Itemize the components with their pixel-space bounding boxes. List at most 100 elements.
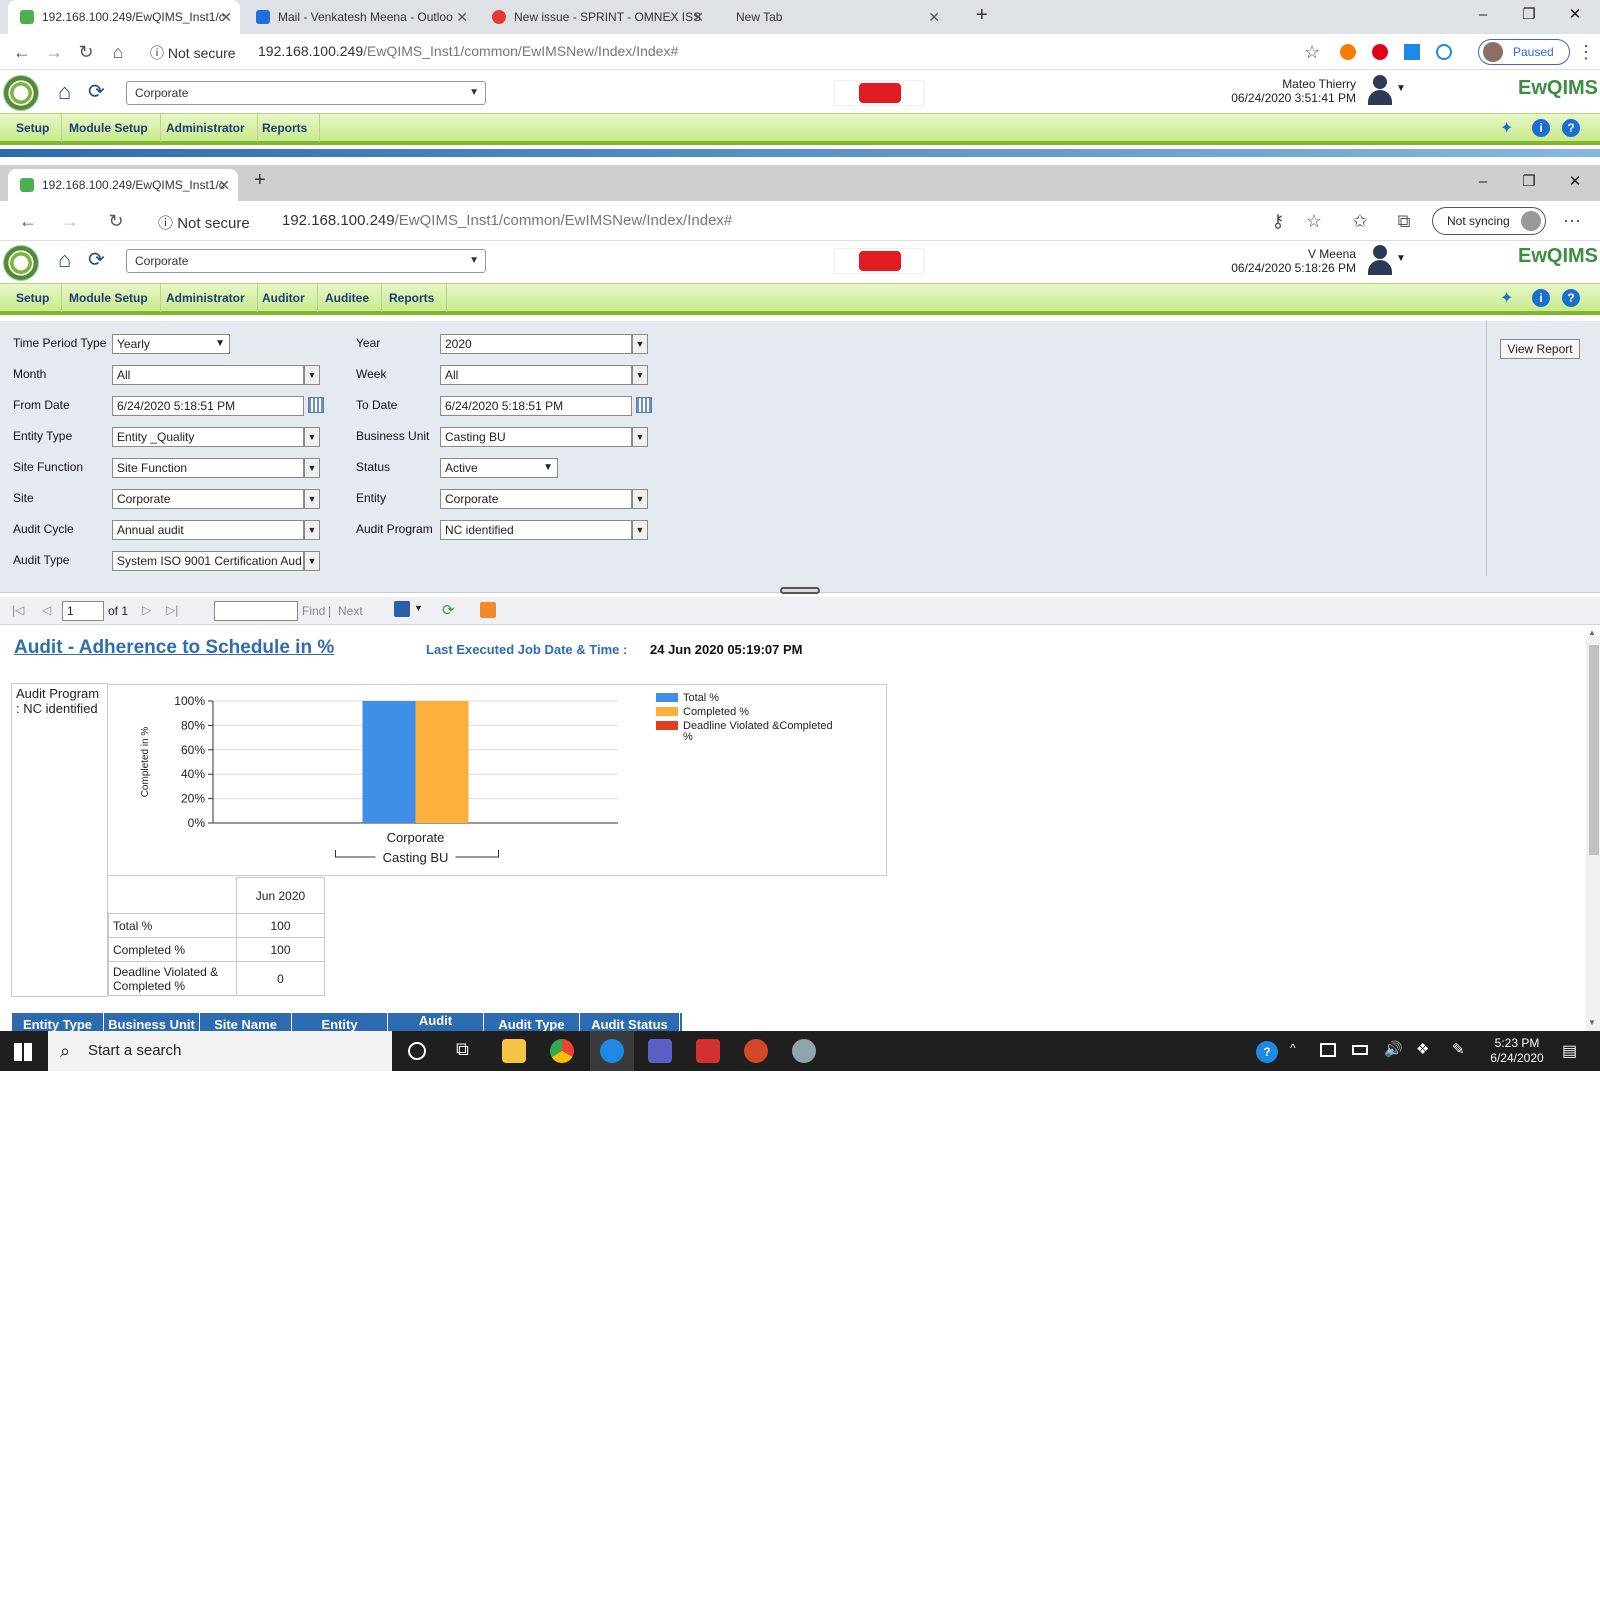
key-icon[interactable]: ⚷ (1266, 209, 1290, 233)
site-info[interactable]: ⓘ Not secure (158, 212, 250, 233)
calendar-icon[interactable] (636, 397, 652, 413)
close-icon[interactable]: ✕ (928, 0, 940, 34)
scroll-up-icon[interactable]: ▲ (1588, 628, 1596, 637)
grid-header-audit[interactable]: Audit (388, 1013, 484, 1031)
home-icon[interactable]: ⌂ (106, 40, 130, 64)
forward-icon[interactable]: → (58, 209, 82, 233)
help-icon[interactable]: ? (1562, 289, 1580, 307)
year-dropdown-icon[interactable]: ▼ (632, 334, 648, 354)
entity-type-dropdown-icon[interactable]: ▼ (304, 427, 320, 447)
info-icon[interactable]: i (1532, 119, 1550, 137)
favorite-star-icon[interactable]: ☆ (1302, 209, 1326, 233)
menu-administrator[interactable]: Administrator (154, 114, 258, 142)
url-field[interactable]: 192.168.100.249/EwQIMS_Inst1/common/EwIM… (282, 212, 732, 229)
grid-header-site-name[interactable]: Site Name (200, 1013, 292, 1031)
audit-cycle-field[interactable]: Annual audit (112, 520, 304, 540)
extension-icon[interactable] (1340, 44, 1356, 60)
next-link[interactable]: Next (338, 604, 363, 618)
menu-setup[interactable]: Setup (4, 114, 63, 142)
menu-reports[interactable]: Reports (250, 114, 321, 142)
from-date-field[interactable]: 6/24/2020 5:18:51 PM (112, 396, 304, 416)
close-icon[interactable]: ✕ (692, 0, 704, 34)
powerpoint-icon[interactable] (744, 1039, 768, 1063)
audit-cycle-dropdown-icon[interactable]: ▼ (304, 520, 320, 540)
site-select[interactable]: Corporate ▼ (126, 249, 486, 273)
grid-header-audit-status[interactable]: Audit Status (580, 1013, 680, 1031)
scroll-down-icon[interactable]: ▼ (1588, 1018, 1596, 1027)
chevron-up-icon[interactable]: ^ (1290, 1041, 1296, 1055)
menu-module-setup[interactable]: Module Setup (57, 114, 161, 142)
entity-type-field[interactable]: Entity _Quality (112, 427, 304, 447)
audit-program-dropdown-icon[interactable]: ▼ (632, 520, 648, 540)
entity-field[interactable]: Corporate (440, 489, 632, 509)
grid-header-entity-type[interactable]: Entity Type (12, 1013, 104, 1031)
chevron-down-icon[interactable]: ▼ (1396, 83, 1406, 94)
status-select[interactable]: Active ▼ (440, 458, 558, 478)
inner-tab-ewqims[interactable]: 192.168.100.249/EwQIMS_Inst1/c ✕ (8, 169, 238, 201)
find-input[interactable] (214, 601, 298, 621)
business-unit-dropdown-icon[interactable]: ▼ (632, 427, 648, 447)
home-icon[interactable]: ⌂ (58, 79, 71, 105)
info-icon[interactable]: i (1532, 289, 1550, 307)
bookmark-star-icon[interactable]: ☆ (1300, 40, 1324, 64)
cortana-icon[interactable] (408, 1042, 426, 1060)
week-dropdown-icon[interactable]: ▼ (632, 365, 648, 385)
site-field[interactable]: Corporate (112, 489, 304, 509)
restore-icon[interactable]: ❐ (1506, 167, 1552, 197)
close-window-icon[interactable]: ✕ (1552, 0, 1598, 30)
sync-button[interactable]: Not syncing (1432, 207, 1546, 235)
menu-administrator[interactable]: Administrator (154, 284, 258, 312)
refresh-icon[interactable]: ⟳ (442, 601, 455, 619)
reload-icon[interactable]: ↻ (104, 209, 128, 233)
teams-icon[interactable] (648, 1039, 672, 1063)
close-icon[interactable]: ✕ (220, 0, 232, 34)
find-link[interactable]: Find (302, 604, 325, 618)
splitter-handle[interactable] (780, 587, 820, 594)
grid-header-entity[interactable]: Entity (292, 1013, 388, 1031)
collections-icon[interactable]: ⧉ (1392, 209, 1416, 233)
chrome-icon[interactable] (550, 1039, 574, 1063)
entity-dropdown-icon[interactable]: ▼ (632, 489, 648, 509)
user-avatar-icon[interactable] (1366, 245, 1394, 277)
menu-icon[interactable]: ⋮ (1574, 40, 1598, 64)
task-view-icon[interactable]: ⧉ (456, 1039, 469, 1060)
restore-icon[interactable]: ❐ (1506, 0, 1552, 30)
next-page-icon[interactable]: ▷ (142, 603, 151, 617)
print-layout-icon[interactable] (480, 602, 496, 618)
business-unit-field[interactable]: Casting BU (440, 427, 632, 447)
file-explorer-icon[interactable] (502, 1039, 526, 1063)
battery-icon[interactable] (1352, 1045, 1368, 1055)
first-page-icon[interactable]: |◁ (12, 603, 24, 617)
calendar-icon[interactable] (308, 397, 324, 413)
more-icon[interactable]: ⋯ (1560, 209, 1584, 233)
outer-tab-newtab[interactable]: New Tab ✕ (716, 0, 948, 34)
export-icon[interactable] (394, 601, 410, 617)
favorites-icon[interactable]: ✩ (1348, 209, 1372, 233)
time-period-type-select[interactable]: Yearly ▼ (112, 334, 230, 354)
url-field[interactable]: 192.168.100.249/EwQIMS_Inst1/common/EwIM… (258, 43, 678, 59)
audit-type-field[interactable]: System ISO 9001 Certification Aud (112, 551, 304, 571)
menu-setup[interactable]: Setup (4, 284, 63, 312)
month-field[interactable]: All (112, 365, 304, 385)
network-icon[interactable] (1320, 1043, 1336, 1057)
security-app-icon[interactable] (696, 1039, 720, 1063)
windows-extension-icon[interactable] (1404, 44, 1420, 60)
paint-icon[interactable] (792, 1039, 816, 1063)
notifications-icon[interactable]: ▤ (1562, 1041, 1577, 1061)
menu-auditor[interactable]: Auditor (250, 284, 318, 312)
menu-auditee[interactable]: Auditee (313, 284, 383, 312)
menu-module-setup[interactable]: Module Setup (57, 284, 161, 312)
user-avatar-icon[interactable] (1366, 75, 1394, 107)
taskbar-search[interactable]: ⌕ Start a search (48, 1031, 392, 1071)
outer-tab-issue[interactable]: New issue - SPRINT - OMNEX ISS ✕ (480, 0, 712, 34)
site-function-field[interactable]: Site Function (112, 458, 304, 478)
refresh-icon[interactable]: ⟳ (88, 247, 105, 272)
grid-header-audit-type[interactable]: Audit Type (484, 1013, 580, 1031)
month-dropdown-icon[interactable]: ▼ (304, 365, 320, 385)
edge-icon[interactable] (600, 1039, 624, 1063)
site-dropdown-icon[interactable]: ▼ (304, 489, 320, 509)
minimize-icon[interactable]: – (1460, 0, 1506, 30)
site-function-dropdown-icon[interactable]: ▼ (304, 458, 320, 478)
to-date-field[interactable]: 6/24/2020 5:18:51 PM (440, 396, 632, 416)
profile-button[interactable]: Paused (1478, 39, 1570, 65)
